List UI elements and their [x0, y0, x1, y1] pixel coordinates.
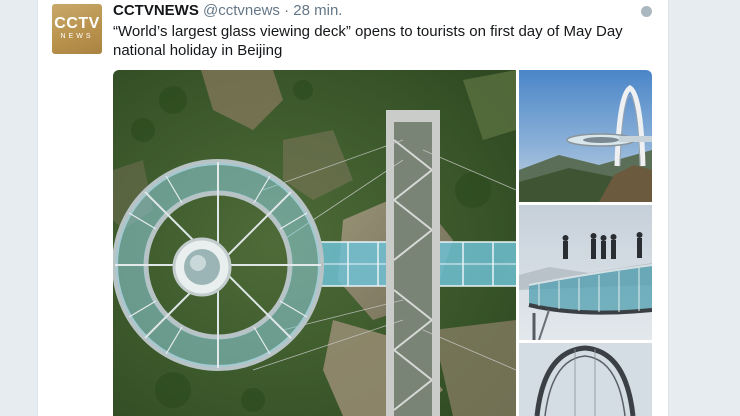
- thumbnail-photo-1[interactable]: [519, 70, 652, 202]
- thumbnail-photo-3[interactable]: [519, 343, 652, 416]
- tweet-timestamp[interactable]: 28 min.: [293, 2, 342, 19]
- tweet-text: “World’s largest glass viewing deck” ope…: [113, 23, 623, 59]
- avatar[interactable]: CCTV NEWS: [52, 4, 102, 54]
- time-separator: ·: [284, 2, 290, 19]
- avatar-logo-line2: NEWS: [60, 33, 94, 40]
- avatar-logo-line1: CCTV: [54, 15, 100, 32]
- globe-icon: [641, 6, 652, 17]
- author-handle[interactable]: @cctvnews: [203, 2, 280, 19]
- tweet-card[interactable]: CCTV NEWS CCTVNEWS @cctvnews · 28 min. “…: [37, 0, 669, 416]
- author-name[interactable]: CCTVNEWS: [113, 2, 199, 19]
- tweet-header: CCTVNEWS @cctvnews · 28 min.: [113, 2, 342, 20]
- thumbnail-photo-2[interactable]: [519, 205, 652, 340]
- main-photo[interactable]: [113, 70, 516, 416]
